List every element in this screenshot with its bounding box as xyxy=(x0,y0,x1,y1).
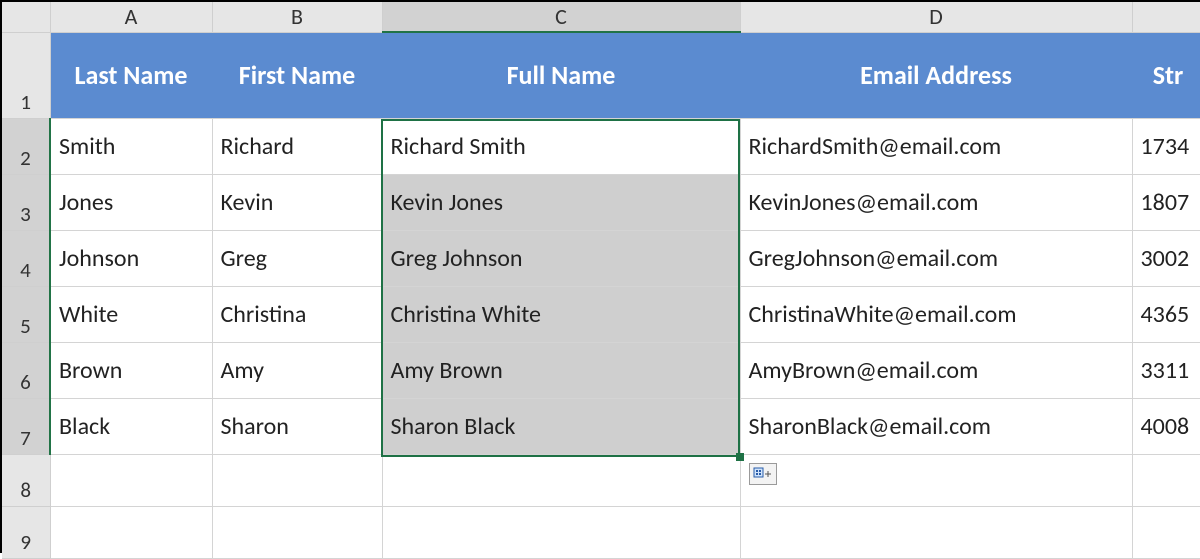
row-header-9[interactable]: 9 xyxy=(2,506,50,558)
cell-A3[interactable]: Jones xyxy=(50,174,212,230)
col-header-C[interactable]: C xyxy=(382,2,740,32)
spreadsheet-viewport: A B C D 1 Last Name First Name Full Name… xyxy=(0,0,1200,553)
cell-C5[interactable]: Christina White xyxy=(382,286,740,342)
cell-B8[interactable] xyxy=(212,454,382,506)
col-header-E[interactable] xyxy=(1132,2,1200,32)
row-header-3[interactable]: 3 xyxy=(2,174,50,230)
cell-D8[interactable] xyxy=(740,454,1132,506)
cell-B7[interactable]: Sharon xyxy=(212,398,382,454)
cell-D9[interactable] xyxy=(740,506,1132,558)
cell-D2[interactable]: RichardSmith@email.com xyxy=(740,118,1132,174)
flash-fill-options-button[interactable] xyxy=(749,463,777,485)
cell-B2[interactable]: Richard xyxy=(212,118,382,174)
cell-A7[interactable]: Black xyxy=(50,398,212,454)
cell-A8[interactable] xyxy=(50,454,212,506)
cell-D7[interactable]: SharonBlack@email.com xyxy=(740,398,1132,454)
cell-A6[interactable]: Brown xyxy=(50,342,212,398)
cell-E5[interactable]: 4365 xyxy=(1132,286,1200,342)
row-header-2[interactable]: 2 xyxy=(2,118,50,174)
row-header-8[interactable]: 8 xyxy=(2,454,50,506)
cell-D3[interactable]: KevinJones@email.com xyxy=(740,174,1132,230)
cell-E2[interactable]: 1734 xyxy=(1132,118,1200,174)
cell-E3[interactable]: 1807 xyxy=(1132,174,1200,230)
cell-E6[interactable]: 3311 xyxy=(1132,342,1200,398)
cell-C9[interactable] xyxy=(382,506,740,558)
cell-C2[interactable]: Richard Smith xyxy=(382,118,740,174)
col-header-B[interactable]: B xyxy=(212,2,382,32)
cell-B1[interactable]: First Name xyxy=(212,32,382,118)
cell-E1[interactable]: Str xyxy=(1132,32,1200,118)
cell-A5[interactable]: White xyxy=(50,286,212,342)
cell-C6[interactable]: Amy Brown xyxy=(382,342,740,398)
spreadsheet-grid[interactable]: A B C D 1 Last Name First Name Full Name… xyxy=(2,2,1200,559)
row-header-7[interactable]: 7 xyxy=(2,398,50,454)
cell-D6[interactable]: AmyBrown@email.com xyxy=(740,342,1132,398)
cell-E7[interactable]: 4008 xyxy=(1132,398,1200,454)
cell-A2[interactable]: Smith xyxy=(50,118,212,174)
cell-E4[interactable]: 3002 xyxy=(1132,230,1200,286)
cell-D4[interactable]: GregJohnson@email.com xyxy=(740,230,1132,286)
cell-E8[interactable] xyxy=(1132,454,1200,506)
row-header-4[interactable]: 4 xyxy=(2,230,50,286)
row-header-5[interactable]: 5 xyxy=(2,286,50,342)
col-header-A[interactable]: A xyxy=(50,2,212,32)
select-all-corner[interactable] xyxy=(2,2,50,32)
cell-D5[interactable]: ChristinaWhite@email.com xyxy=(740,286,1132,342)
cell-A9[interactable] xyxy=(50,506,212,558)
row-header-1[interactable]: 1 xyxy=(2,32,50,118)
cell-B9[interactable] xyxy=(212,506,382,558)
cell-D1[interactable]: Email Address xyxy=(740,32,1132,118)
cell-E9[interactable] xyxy=(1132,506,1200,558)
cell-C7[interactable]: Sharon Black xyxy=(382,398,740,454)
cell-C3[interactable]: Kevin Jones xyxy=(382,174,740,230)
cell-B4[interactable]: Greg xyxy=(212,230,382,286)
col-header-D[interactable]: D xyxy=(740,2,1132,32)
cell-A4[interactable]: Johnson xyxy=(50,230,212,286)
cell-A1[interactable]: Last Name xyxy=(50,32,212,118)
row-header-6[interactable]: 6 xyxy=(2,342,50,398)
selection-fill-handle[interactable] xyxy=(736,453,744,461)
cell-B3[interactable]: Kevin xyxy=(212,174,382,230)
cell-C4[interactable]: Greg Johnson xyxy=(382,230,740,286)
cell-B5[interactable]: Christina xyxy=(212,286,382,342)
cell-C1[interactable]: Full Name xyxy=(382,32,740,118)
cell-C8[interactable] xyxy=(382,454,740,506)
cell-B6[interactable]: Amy xyxy=(212,342,382,398)
